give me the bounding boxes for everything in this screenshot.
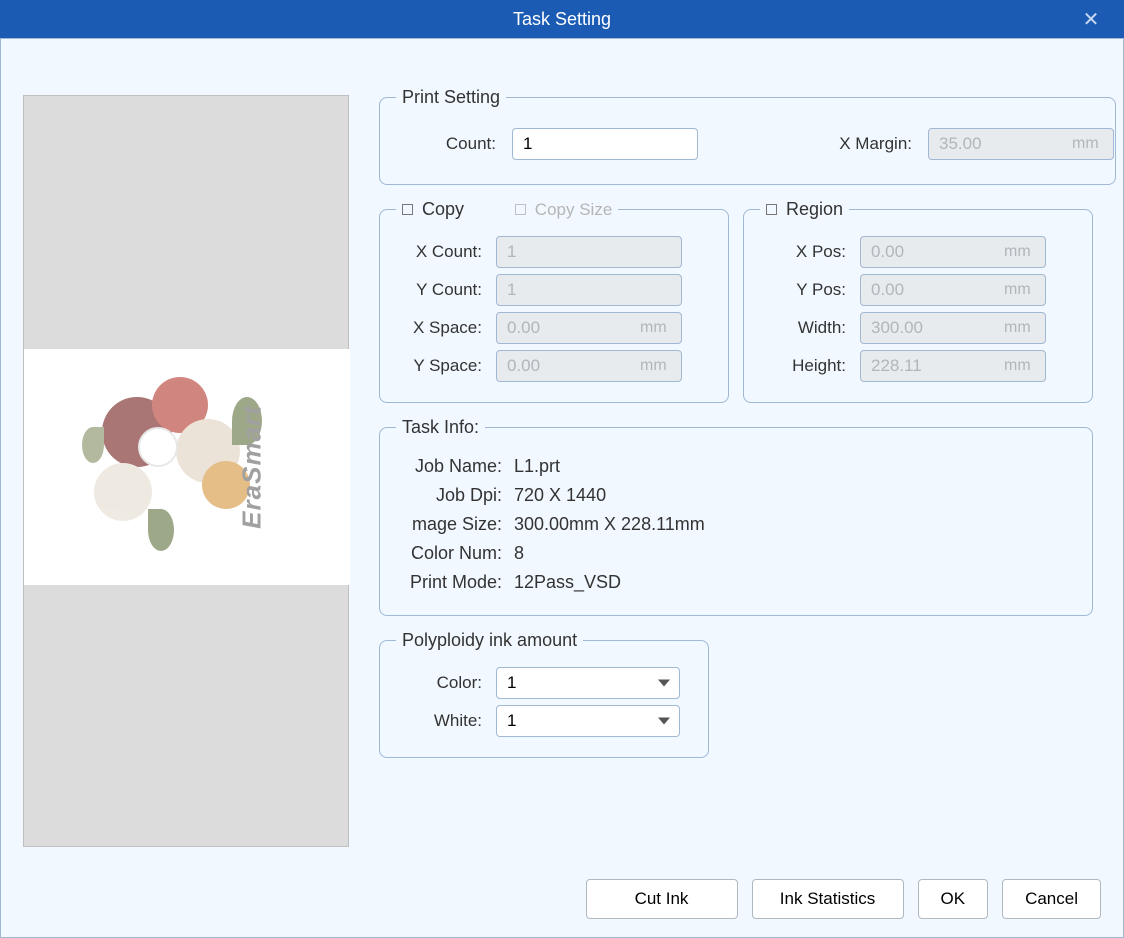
- copy-checkbox[interactable]: [402, 204, 413, 215]
- region-group: Region X Pos: mm Y Pos: mm Width: mm: [743, 199, 1093, 403]
- region-legend: Region: [760, 199, 849, 220]
- copy-legend: Copy Copy Size: [396, 199, 618, 220]
- region-checkbox[interactable]: [766, 204, 777, 215]
- count-label: Count:: [396, 134, 512, 154]
- dialog-title: Task Setting: [513, 9, 611, 30]
- ycount-label: Y Count:: [396, 280, 496, 300]
- print-setting-group: Print Setting Count: X Margin: mm: [379, 87, 1116, 185]
- yspace-label: Y Space:: [396, 356, 496, 376]
- xmargin-label: X Margin:: [808, 134, 928, 154]
- copy-size-checkbox[interactable]: [515, 204, 526, 215]
- jobdpi-value: 720 X 1440: [514, 485, 606, 506]
- poly-color-select[interactable]: [496, 667, 680, 699]
- colornum-label: Color Num:: [396, 543, 514, 564]
- poly-white-label: White:: [396, 711, 496, 731]
- preview-image: EraSmart: [24, 349, 350, 585]
- height-label: Height:: [760, 356, 860, 376]
- xpos-input: [860, 236, 1046, 268]
- xspace-input: [496, 312, 682, 344]
- jobdpi-label: Job Dpi:: [396, 485, 514, 506]
- taskinfo-legend: Task Info:: [396, 417, 485, 438]
- button-row: Cut Ink Ink Statistics OK Cancel: [586, 879, 1101, 919]
- dialog-body: EraSmart Print Setting Count: X Margin: …: [0, 38, 1124, 938]
- ok-button[interactable]: OK: [918, 879, 989, 919]
- close-icon[interactable]: ✕: [1076, 7, 1106, 32]
- poly-white-select[interactable]: [496, 705, 680, 737]
- taskinfo-group: Task Info: Job Name: L1.prt Job Dpi: 720…: [379, 417, 1093, 616]
- poly-color-label: Color:: [396, 673, 496, 693]
- watermark-text: EraSmart: [237, 405, 268, 529]
- yspace-input: [496, 350, 682, 382]
- print-setting-legend: Print Setting: [396, 87, 506, 108]
- inkstats-button[interactable]: Ink Statistics: [752, 879, 904, 919]
- xmargin-input: [928, 128, 1114, 160]
- colornum-value: 8: [514, 543, 524, 564]
- poly-legend: Polyploidy ink amount: [396, 630, 583, 651]
- printmode-label: Print Mode:: [396, 572, 514, 593]
- height-input: [860, 350, 1046, 382]
- titlebar: Task Setting ✕: [0, 0, 1124, 38]
- count-input[interactable]: [512, 128, 698, 160]
- xcount-label: X Count:: [396, 242, 496, 262]
- preview-pane: EraSmart: [23, 95, 349, 847]
- xcount-input: [496, 236, 682, 268]
- poly-group: Polyploidy ink amount Color: White:: [379, 630, 709, 758]
- xpos-label: X Pos:: [760, 242, 860, 262]
- imagesize-value: 300.00mm X 228.11mm: [514, 514, 705, 535]
- printmode-value: 12Pass_VSD: [514, 572, 621, 593]
- cancel-button[interactable]: Cancel: [1002, 879, 1101, 919]
- ypos-input: [860, 274, 1046, 306]
- jobname-label: Job Name:: [396, 456, 514, 477]
- cutink-button[interactable]: Cut Ink: [586, 879, 738, 919]
- copy-group: Copy Copy Size X Count: Y Count: X Space…: [379, 199, 729, 403]
- jobname-value: L1.prt: [514, 456, 560, 477]
- xspace-label: X Space:: [396, 318, 496, 338]
- imagesize-label: mage Size:: [396, 514, 514, 535]
- copy-size-legend: Copy Size: [515, 200, 612, 219]
- width-input: [860, 312, 1046, 344]
- ypos-label: Y Pos:: [760, 280, 860, 300]
- ycount-input: [496, 274, 682, 306]
- width-label: Width:: [760, 318, 860, 338]
